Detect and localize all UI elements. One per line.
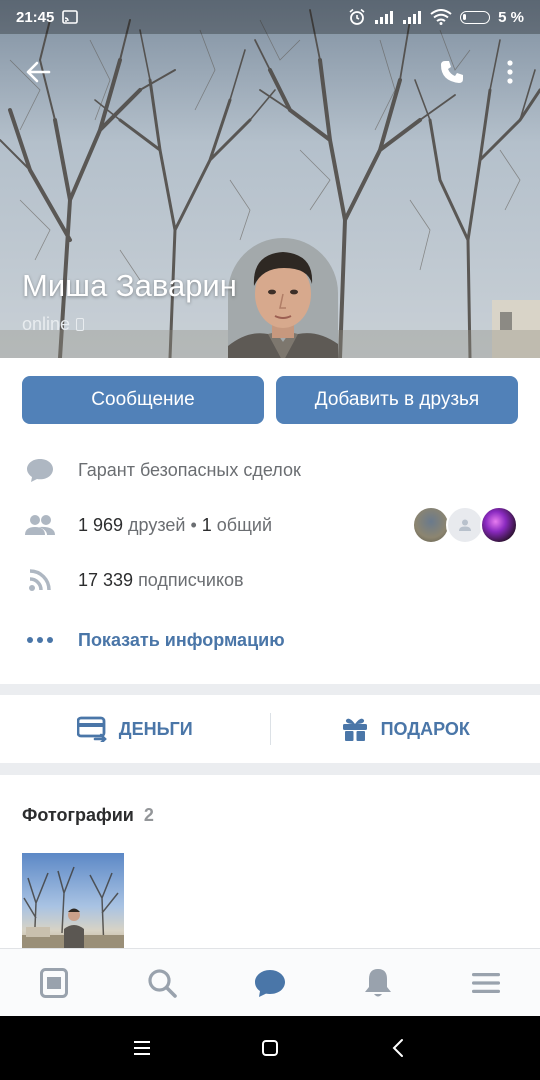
photos-header[interactable]: Фотографии 2 — [22, 805, 154, 826]
bottom-tab-bar — [0, 948, 540, 1016]
status-text: Гарант безопасных сделок — [78, 459, 301, 480]
cast-icon — [62, 10, 79, 24]
battery-level: 5 % — [498, 8, 524, 26]
friends-text: 1 969 друзей • 1 общий — [78, 515, 272, 536]
newsfeed-icon — [40, 967, 68, 998]
money-label: ДЕНЬГИ — [118, 718, 193, 739]
tab-notifications[interactable] — [324, 949, 432, 1016]
mutual-count: 1 — [201, 514, 212, 535]
subscribers-row[interactable]: 17 339 подписчиков — [0, 560, 540, 600]
friends-label: друзей • — [123, 514, 202, 535]
money-button[interactable]: ДЕНЬГИ — [0, 695, 270, 763]
subscribers-text: 17 339 подписчиков — [78, 570, 244, 591]
profile-action-buttons: Сообщение Добавить в друзья — [22, 376, 518, 424]
photos-count: 2 — [143, 805, 154, 825]
photo-image — [22, 866, 124, 950]
status-row: Гарант безопасных сделок — [0, 450, 540, 490]
chevron-left-icon — [392, 1039, 403, 1057]
mutual-label: общий — [211, 514, 273, 535]
more-vertical-icon — [507, 60, 513, 84]
user-icon — [459, 519, 471, 531]
system-back-button[interactable] — [378, 1028, 418, 1068]
tab-search[interactable] — [108, 949, 216, 1016]
profile-toolbar — [0, 50, 540, 94]
tab-news[interactable] — [0, 949, 108, 1016]
online-status: online — [22, 314, 85, 335]
rss-icon — [22, 566, 58, 594]
profile-name: Миша Заварин — [22, 268, 237, 303]
hamburger-menu-icon — [472, 972, 500, 993]
add-friend-button[interactable]: Добавить в друзья — [276, 376, 518, 424]
gift-button[interactable]: ПОДАРОК — [271, 695, 540, 763]
call-button[interactable] — [430, 50, 474, 94]
friends-count: 1 969 — [78, 514, 124, 535]
speech-bubble-icon — [22, 456, 58, 484]
mobile-icon — [76, 318, 85, 331]
back-button[interactable] — [16, 50, 60, 94]
friend-avatar — [480, 506, 518, 544]
battery-icon — [460, 10, 491, 24]
photos-title: Фотографии — [22, 805, 134, 825]
tab-menu[interactable] — [432, 949, 540, 1016]
subscribers-label: подписчиков — [133, 569, 244, 590]
friend-avatar — [412, 506, 450, 544]
show-info-row[interactable]: Показать информацию — [0, 620, 540, 660]
bell-icon — [365, 968, 391, 996]
avatar-photo — [228, 238, 338, 358]
arrow-left-icon — [26, 61, 51, 83]
gift-icon — [342, 718, 367, 741]
menu-icon — [134, 1041, 150, 1055]
signal-icon-2 — [403, 11, 422, 24]
photo-thumbnail[interactable] — [22, 853, 124, 950]
show-info-link[interactable]: Показать информацию — [78, 630, 285, 651]
tab-messages[interactable] — [216, 949, 324, 1016]
quick-actions-card: ДЕНЬГИ ПОДАРОК — [0, 695, 540, 763]
signal-icon-1 — [375, 11, 394, 24]
photos-card: Фотографии 2 — [0, 775, 540, 950]
alarm-icon — [349, 8, 365, 25]
gift-label: ПОДАРОК — [380, 718, 470, 739]
status-time: 21:45 — [16, 8, 55, 26]
status-bar: 21:45 5 % — [0, 0, 540, 34]
recent-apps-button[interactable] — [122, 1028, 162, 1068]
profile-avatar[interactable] — [228, 238, 338, 358]
users-icon — [22, 511, 58, 539]
friends-row[interactable]: 1 969 друзей • 1 общий — [0, 505, 540, 545]
phone-icon — [441, 61, 463, 83]
more-horizontal-icon — [22, 626, 58, 654]
home-button[interactable] — [250, 1028, 290, 1068]
subscribers-count: 17 339 — [78, 569, 134, 590]
messages-icon — [255, 969, 285, 997]
profile-info-card: Сообщение Добавить в друзья Гарант безоп… — [0, 358, 540, 684]
online-status-text: online — [22, 314, 71, 334]
wifi-icon — [430, 9, 452, 25]
search-icon — [148, 968, 177, 998]
money-transfer-icon — [76, 716, 107, 742]
friends-avatars[interactable] — [412, 505, 518, 545]
square-icon — [262, 1040, 278, 1056]
friend-avatar-placeholder — [446, 506, 484, 544]
system-navigation-bar — [0, 1016, 540, 1080]
more-button[interactable] — [488, 50, 532, 94]
message-button[interactable]: Сообщение — [22, 376, 264, 424]
